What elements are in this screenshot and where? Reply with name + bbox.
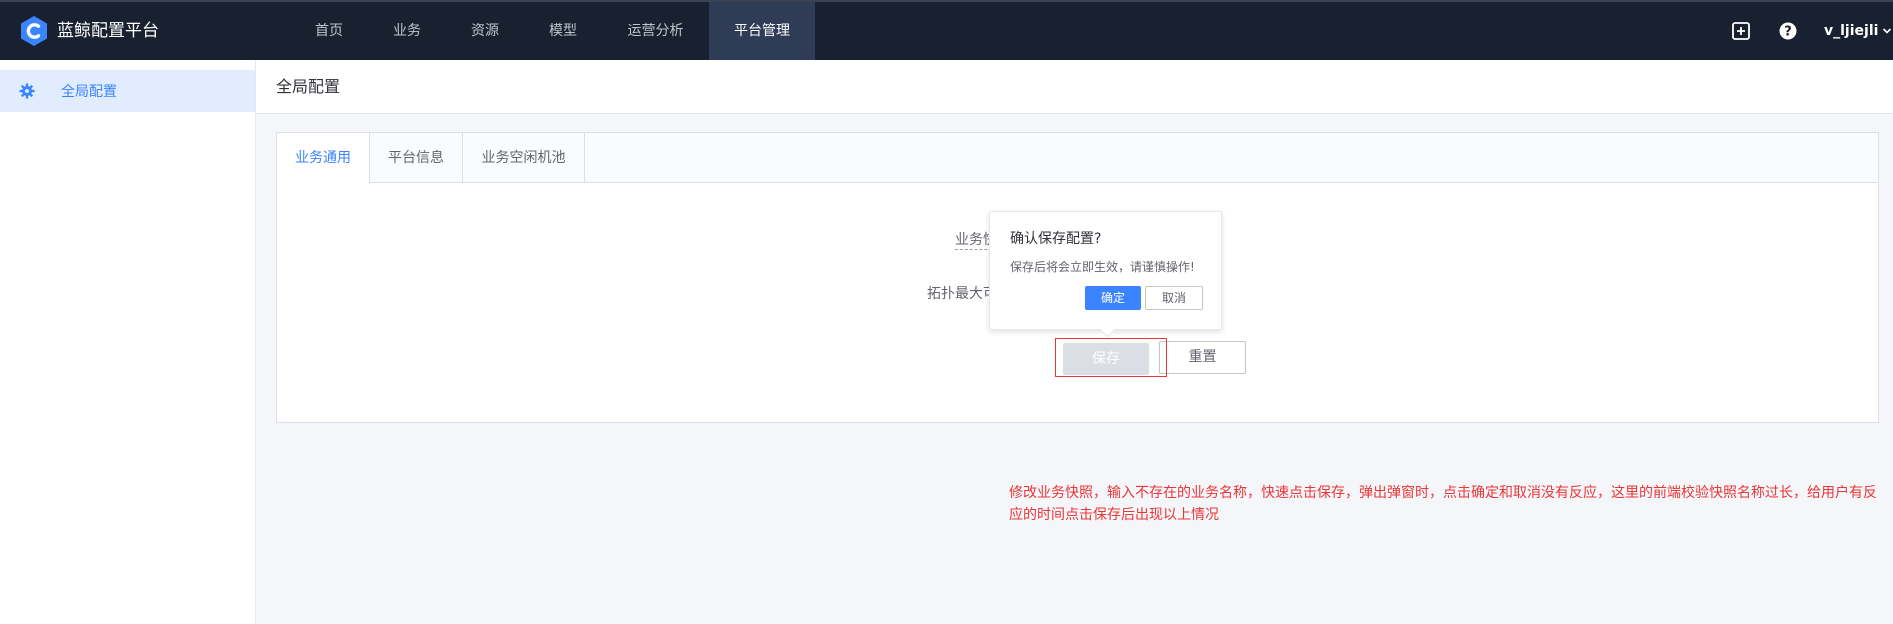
confirm-button[interactable]: 确定 bbox=[1085, 286, 1141, 310]
brand-title: 蓝鲸配置平台 bbox=[57, 21, 159, 41]
username: v_ljiejli bbox=[1824, 23, 1879, 39]
nav-item-platform-management[interactable]: 平台管理 bbox=[709, 2, 815, 60]
tab-platform-info[interactable]: 平台信息 bbox=[370, 133, 463, 183]
bug-annotation-text: 修改业务快照，输入不存在的业务名称，快速点击保存，弹出弹窗时，点击确定和取消没有… bbox=[1009, 485, 1877, 523]
top-navigation-bar: 蓝鲸配置平台 首页 业务 资源 模型 运营分析 平台管理 ? v_ljiejli bbox=[0, 0, 1893, 60]
nav-item-home[interactable]: 首页 bbox=[290, 2, 368, 60]
cancel-button[interactable]: 取消 bbox=[1145, 286, 1203, 310]
popover-title: 确认保存配置? bbox=[1010, 231, 1102, 247]
svg-text:?: ? bbox=[1784, 25, 1792, 40]
page-header: 全局配置 bbox=[256, 60, 1893, 114]
user-menu[interactable]: v_ljiejli bbox=[1824, 2, 1892, 60]
help-icon[interactable]: ? bbox=[1778, 21, 1798, 41]
page-title: 全局配置 bbox=[276, 77, 341, 96]
reset-button[interactable]: 重置 bbox=[1159, 341, 1246, 374]
main-nav: 首页 业务 资源 模型 运营分析 平台管理 bbox=[290, 2, 815, 60]
gear-icon bbox=[19, 83, 35, 99]
switch-window-icon[interactable] bbox=[1731, 21, 1751, 41]
topology-max-level-label: 拓扑最大可 bbox=[927, 286, 997, 302]
nav-item-operation-analysis[interactable]: 运营分析 bbox=[602, 2, 709, 60]
popover-content: 保存后将会立即生效，请谨慎操作! bbox=[1010, 260, 1195, 274]
sidebar-item-global-config[interactable]: 全局配置 bbox=[0, 70, 255, 112]
chevron-down-icon bbox=[1883, 28, 1892, 34]
nav-item-model[interactable]: 模型 bbox=[524, 2, 602, 60]
sidebar: 全局配置 bbox=[0, 60, 256, 624]
nav-item-resource[interactable]: 资源 bbox=[446, 2, 524, 60]
bk-cmdb-logo-icon bbox=[21, 16, 47, 46]
tab-business-idle-pool[interactable]: 业务空闲机池 bbox=[463, 133, 585, 183]
save-confirm-popover: 确认保存配置? 保存后将会立即生效，请谨慎操作! 确定 取消 bbox=[989, 211, 1222, 338]
nav-item-business[interactable]: 业务 bbox=[368, 2, 446, 60]
brand[interactable]: 蓝鲸配置平台 bbox=[20, 16, 159, 46]
tab-business-common[interactable]: 业务通用 bbox=[277, 133, 370, 184]
tab-bar: 业务通用 平台信息 业务空闲机池 bbox=[277, 133, 1878, 184]
sidebar-item-label: 全局配置 bbox=[61, 84, 117, 100]
save-button-highlight-box bbox=[1055, 338, 1167, 377]
